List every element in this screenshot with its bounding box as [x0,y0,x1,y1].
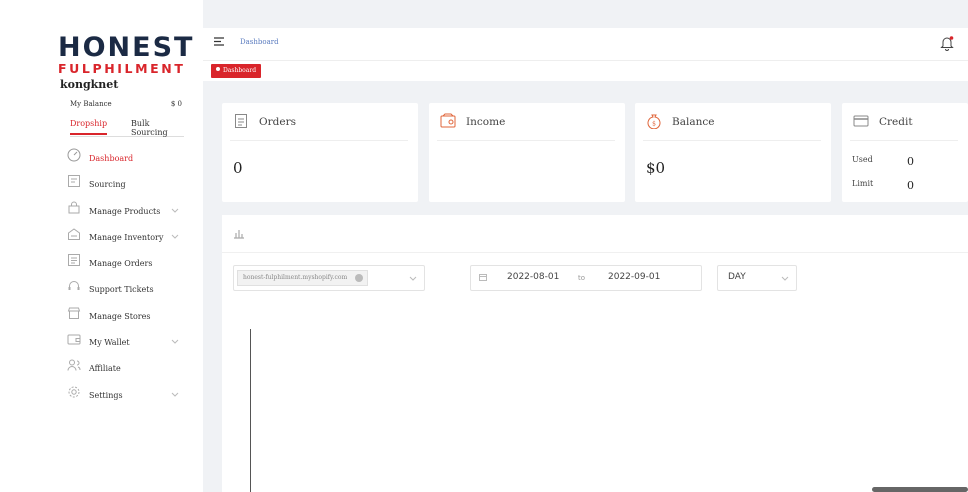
top-bar: Dashboard [203,28,968,60]
orders-value: 0 [233,159,243,177]
sidebar-item-label: Manage Orders [89,259,153,269]
sidebar-nav: Dashboard Sourcing Manage Products Manag… [66,148,186,411]
sidebar-item-label: Manage Products [89,206,161,216]
store-select[interactable]: honest-fulphilment.myshopify.com [233,265,425,291]
credit-card: Credit Used 0 Limit 0 [842,103,968,202]
stats-panel: honest-fulphilment.myshopify.com 2022-08… [222,215,968,492]
tag-dashboard[interactable]: Dashboard [211,64,262,78]
chart-y-axis [250,329,251,492]
card-title: Credit [879,116,913,128]
scrollbar-thumb[interactable] [872,487,968,492]
card-title: Income [466,116,506,128]
sidebar-item-my-wallet[interactable]: My Wallet [66,332,186,358]
products-icon [68,201,80,214]
svg-text:$: $ [652,121,656,128]
sourcing-icon [68,175,80,188]
card-title: Orders [259,116,296,128]
divider [230,140,408,141]
wallet-icon [67,334,81,345]
sidebar-item-label: Sourcing [89,180,126,190]
brand-logo[interactable]: HONEST FULPHILMENT [58,34,194,76]
dashboard-icon [67,148,81,162]
credit-card-icon [853,115,869,127]
sidebar-item-label: Affiliate [89,364,121,374]
chevron-down-icon [781,276,789,281]
tab-bulk-sourcing[interactable]: Bulk Sourcing [131,119,184,137]
mode-tabs: Dropship Bulk Sourcing [70,119,184,137]
bell-icon[interactable] [940,35,954,51]
money-bag-icon: $ [647,114,661,129]
support-icon [68,281,80,291]
bar-chart-icon [234,230,244,239]
tag-label: Dashboard [223,67,257,74]
sidebar-item-manage-inventory[interactable]: Manage Inventory [66,227,186,253]
store-tag-label: honest-fulphilment.myshopify.com [243,274,348,281]
date-range-picker[interactable]: 2022-08-01 to 2022-09-01 [470,265,702,291]
divider [437,140,615,141]
sidebar-item-label: Settings [89,390,123,400]
sidebar-item-settings[interactable]: Settings [66,385,186,411]
store-icon [67,307,81,319]
store-tag: honest-fulphilment.myshopify.com [237,270,369,286]
sidebar-item-sourcing[interactable]: Sourcing [66,174,186,200]
balance-value: $ 0 [170,100,182,108]
sidebar-item-label: Support Tickets [89,285,154,295]
sidebar-item-dashboard[interactable]: Dashboard [66,148,186,174]
chevron-down-icon [171,234,179,239]
income-icon [440,113,456,128]
chevron-down-icon [171,208,179,213]
sidebar: HONEST FULPHILMENT kongknet My Balance $… [0,0,203,492]
granularity-value: DAY [728,272,746,282]
chevron-down-icon [409,276,417,281]
date-separator: to [578,274,586,282]
balance-card: $ Balance $0 [635,103,831,202]
divider [222,252,968,253]
logo-main-text: HONEST [58,32,195,63]
sidebar-item-manage-orders[interactable]: Manage Orders [66,253,186,279]
sidebar-item-support-tickets[interactable]: Support Tickets [66,279,186,305]
sidebar-item-label: My Wallet [89,338,130,348]
affiliate-icon [67,359,81,371]
gear-icon [68,386,80,398]
divider [850,140,958,141]
main-content: Dashboard Dashboard Orders 0 Income $ Ba… [203,0,968,492]
inventory-icon [68,228,80,240]
end-date[interactable]: 2022-09-01 [608,272,660,282]
card-title: Balance [672,116,715,128]
sidebar-item-label: Manage Inventory [89,232,164,242]
calendar-icon [479,274,487,281]
sidebar-item-affiliate[interactable]: Affiliate [66,358,186,384]
income-card: Income [429,103,625,202]
balance-label: My Balance [70,100,112,108]
balance-row: My Balance $ 0 [70,100,182,108]
orders-icon [235,114,247,128]
credit-used-label: Used [852,155,873,164]
orders-icon [68,254,80,267]
username: kongknet [60,78,119,91]
balance-value: $0 [646,159,666,177]
sidebar-item-label: Manage Stores [89,311,151,321]
tab-dropship[interactable]: Dropship [70,119,108,135]
close-icon[interactable] [355,274,364,282]
credit-limit-label: Limit [852,179,874,188]
sidebar-item-label: Dashboard [89,154,134,163]
tag-bar: Dashboard [203,60,968,81]
sidebar-item-manage-products[interactable]: Manage Products [66,201,186,227]
credit-limit-value: 0 [907,179,914,192]
chevron-down-icon [171,392,179,397]
start-date[interactable]: 2022-08-01 [507,272,559,282]
credit-used-value: 0 [907,155,914,168]
granularity-select[interactable]: DAY [717,265,797,291]
credit-used-row: Used 0 [852,155,914,168]
active-dot-icon [216,67,220,71]
sidebar-item-manage-stores[interactable]: Manage Stores [66,306,186,332]
chevron-down-icon [171,339,179,344]
orders-card: Orders 0 [222,103,418,202]
credit-limit-row: Limit 0 [852,179,914,192]
breadcrumb[interactable]: Dashboard [240,38,279,46]
logo-sub-text: FULPHILMENT [58,61,186,76]
divider [643,140,821,141]
menu-icon[interactable] [214,37,224,46]
